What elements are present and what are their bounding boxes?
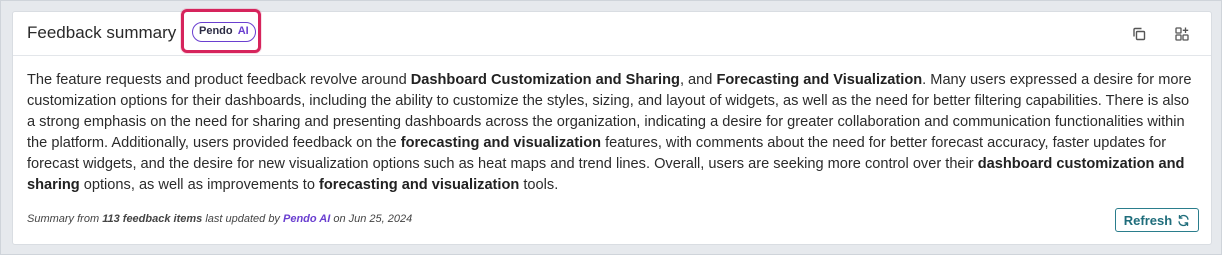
page-frame: Feedback summary Pendo AI The feature re…	[0, 0, 1222, 255]
summary-segment: options, as well as improvements to	[79, 177, 319, 193]
card-header: Feedback summary Pendo AI	[13, 9, 1211, 56]
badge-brand: Pendo	[199, 25, 233, 37]
card-title: Feedback summary	[27, 23, 177, 42]
summary-topic: Dashboard Customization and Sharing	[410, 72, 680, 88]
summary-segment: The feature requests and product feedbac…	[27, 72, 411, 88]
summary-meta: Summary from 113 feedback items last upd…	[27, 213, 412, 225]
meta-middle: last updated by	[202, 213, 283, 225]
ai-badge-highlight: Pendo AI	[181, 9, 261, 53]
summary-text: The feature requests and product feedbac…	[27, 70, 1197, 196]
summary-topic: Forecasting and Visualization	[716, 72, 923, 88]
feedback-summary-card: Feedback summary Pendo AI The feature re…	[12, 9, 1212, 245]
refresh-icon	[1178, 214, 1189, 226]
meta-prefix: Summary from	[27, 213, 103, 225]
meta-author: Pendo AI	[283, 213, 331, 225]
refresh-label: Refresh	[1123, 212, 1173, 228]
copy-icon[interactable]	[1131, 26, 1147, 42]
add-widget-icon[interactable]	[1174, 26, 1190, 42]
feedback-count: 113 feedback items	[102, 213, 203, 225]
summary-topic: forecasting and visualization	[400, 135, 602, 151]
summary-segment: , and	[679, 72, 717, 88]
refresh-button[interactable]: Refresh	[1115, 208, 1199, 232]
summary-topic: forecasting and visualization	[319, 177, 520, 193]
badge-ai: AI	[237, 25, 249, 37]
summary-segment: tools.	[519, 177, 559, 193]
pendo-ai-badge: Pendo AI	[192, 22, 256, 42]
meta-suffix: on Jun 25, 2024	[330, 213, 413, 225]
